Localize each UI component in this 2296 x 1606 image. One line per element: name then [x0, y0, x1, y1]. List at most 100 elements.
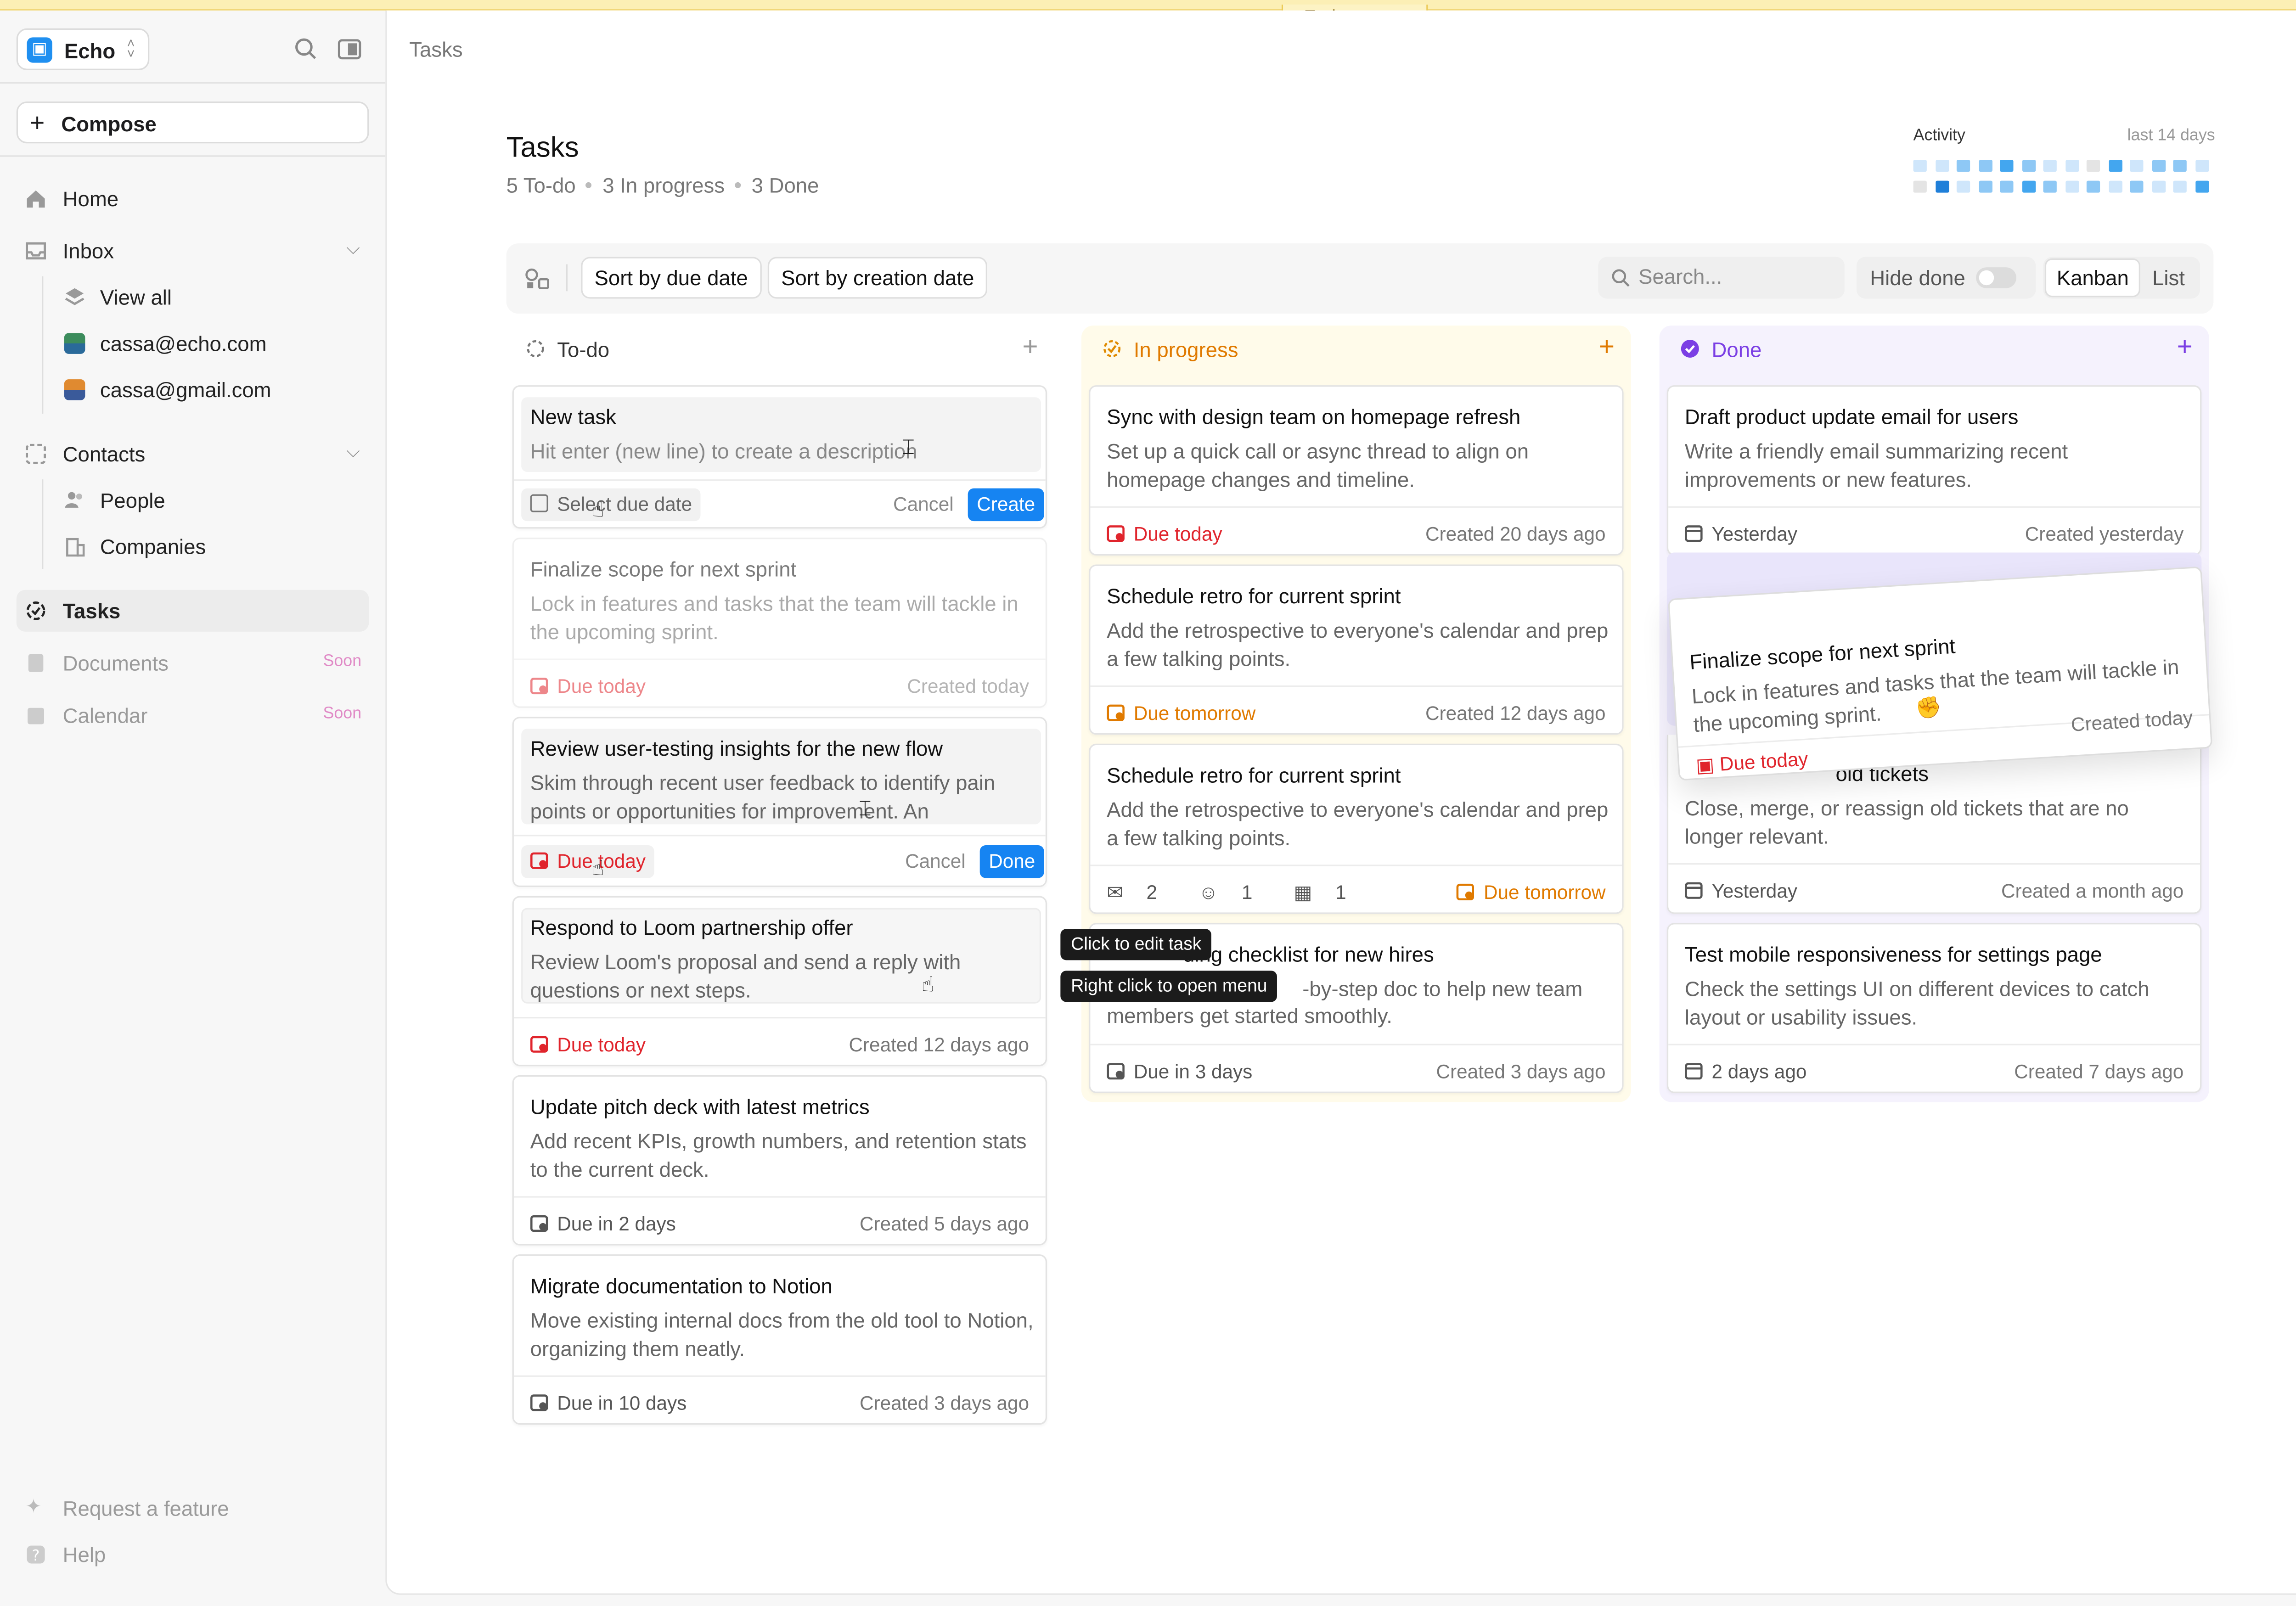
new-task-card[interactable]: New task Hit enter (new line) to create …: [512, 385, 1047, 529]
cancel-button[interactable]: Cancel: [896, 845, 975, 878]
calendar-alert-icon: [530, 852, 548, 869]
sidebar-item-label: cassa@echo.com: [100, 331, 267, 356]
activity-cell: [1978, 160, 1992, 172]
count-todo: 5 To-do: [506, 173, 576, 197]
add-task-icon[interactable]: +: [1022, 331, 1038, 363]
sidebar-item-view-all[interactable]: View all: [17, 276, 369, 318]
task-card[interactable]: Migrate documentation to Notion Move exi…: [512, 1254, 1047, 1425]
request-feature-link[interactable]: ✦ Request a feature: [17, 1488, 369, 1529]
column-header: Done +: [1660, 326, 2209, 373]
divider: [513, 835, 1046, 837]
company-link[interactable]: ▦ 1: [1294, 881, 1364, 904]
chevron-down-icon[interactable]: ⌵: [346, 237, 360, 260]
due-badge[interactable]: Yesterday: [1685, 880, 1797, 902]
help-icon: ?: [27, 1545, 45, 1564]
divider: [1090, 1044, 1622, 1045]
sort-creation-date-button[interactable]: Sort by creation date: [767, 257, 988, 299]
sidebar-item-account-echo[interactable]: cassa@echo.com: [17, 323, 369, 365]
due-badge[interactable]: Due in 10 days: [530, 1392, 687, 1414]
task-description-input[interactable]: Hit enter (new line) to create a descrip…: [530, 438, 1038, 465]
column-title: Done: [1711, 337, 1762, 362]
soon-badge: Soon: [323, 652, 362, 671]
svg-text:?: ?: [32, 1547, 39, 1564]
grab-cursor-icon: ✊: [1914, 694, 1942, 720]
due-badge[interactable]: Due today: [1107, 522, 1222, 545]
activity-cell: [2195, 160, 2208, 172]
due-badge[interactable]: Due in 3 days: [1107, 1060, 1252, 1083]
email-link[interactable]: ✉ 2: [1107, 881, 1175, 904]
done-button[interactable]: Done: [979, 845, 1044, 878]
help-link[interactable]: ? Help: [17, 1533, 369, 1575]
toolbar: Sort by due date Sort by creation date H…: [506, 243, 2214, 314]
search-box[interactable]: [1598, 257, 1845, 299]
task-card[interactable]: Sync with design team on homepage refres…: [1089, 385, 1624, 556]
task-description: Lock in features and tasks that the team…: [530, 591, 1019, 643]
view-list-tab[interactable]: List: [2142, 258, 2195, 298]
created-label: Created 20 days ago: [1425, 522, 1606, 545]
task-title: ding checklist for new hires: [1183, 942, 1434, 966]
sort-due-date-button[interactable]: Sort by due date: [581, 257, 762, 299]
sidebar-item-contacts[interactable]: Contacts ⌵: [17, 433, 369, 475]
task-description: Add the retrospective to everyone's cale…: [1107, 797, 1609, 849]
app-window: Early access ▣ Echo ˄˅ + Compose Home In…: [0, 0, 2296, 1606]
sidebar-item-calendar[interactable]: Calendar Soon: [17, 694, 369, 736]
task-description: Check the settings UI on different devic…: [1684, 977, 2150, 1028]
activity-cell: [1956, 180, 1970, 193]
sidebar: ▣ Echo ˄ ˅ + Compose Home Inbox ⌵ View al…: [0, 11, 386, 1606]
due-badge[interactable]: Yesterday: [1685, 522, 1797, 545]
sidebar-item-companies[interactable]: Companies: [17, 526, 369, 567]
due-badge[interactable]: Due today: [530, 1033, 646, 1056]
sidebar-item-documents[interactable]: Documents Soon: [17, 642, 369, 684]
due-badge[interactable]: 2 days ago: [1685, 1060, 1806, 1083]
sidebar-item-label: Calendar: [62, 703, 148, 728]
due-date-chip[interactable]: Due today: [521, 845, 655, 878]
due-badge[interactable]: Due in 2 days: [530, 1213, 676, 1235]
task-title: Test mobile responsiveness for settings …: [1684, 942, 2102, 966]
view-kanban-tab[interactable]: Kanban: [2044, 258, 2141, 298]
task-card[interactable]: Finalize scope for next sprint Lock in f…: [512, 537, 1047, 708]
task-description: members get started smoothly.: [1107, 1003, 1392, 1028]
filter-shapes-icon[interactable]: [524, 267, 551, 291]
add-task-icon[interactable]: +: [1599, 331, 1615, 363]
search-icon: [1612, 269, 1630, 287]
created-label: Created 3 days ago: [1436, 1060, 1606, 1083]
compose-button[interactable]: + Compose: [16, 101, 369, 144]
task-card[interactable]: Draft product update email for users Wri…: [1666, 385, 2202, 556]
hide-done-toggle[interactable]: [1976, 267, 2017, 288]
search-input[interactable]: [1638, 264, 1833, 288]
task-title[interactable]: New task: [530, 404, 616, 428]
select-due-date-button[interactable]: Select due date: [521, 488, 701, 522]
due-badge[interactable]: Due today: [530, 675, 646, 697]
activity-cell: [2065, 180, 2078, 193]
due-badge[interactable]: Due tomorrow: [1107, 702, 1255, 724]
sidebar-item-people[interactable]: People: [17, 479, 369, 521]
task-description-input[interactable]: Skim through recent user feedback to ide…: [530, 769, 1038, 824]
add-task-icon[interactable]: +: [2177, 331, 2193, 363]
due-badge[interactable]: Due tomorrow: [1457, 881, 1606, 904]
dragged-task-card[interactable]: Finalize scope for next sprint Lock in f…: [1667, 566, 2213, 781]
task-card[interactable]: Schedule retro for current sprint Add th…: [1089, 743, 1624, 914]
task-card[interactable]: Update pitch deck with latest metrics Ad…: [512, 1075, 1047, 1246]
task-card-editing[interactable]: Review user-testing insights for the new…: [512, 717, 1047, 887]
sidebar-item-inbox[interactable]: Inbox ⌵: [17, 230, 369, 272]
person-link[interactable]: ☺ 1: [1199, 881, 1271, 904]
task-card[interactable]: Respond to Loom partnership offer Review…: [512, 896, 1047, 1067]
search-icon[interactable]: [293, 36, 320, 63]
sidebar-item-account-gmail[interactable]: cassa@gmail.com: [17, 369, 369, 410]
hide-done-control[interactable]: Hide done: [1856, 257, 2036, 299]
column-title: To-do: [557, 337, 610, 362]
sidebar-toggle-icon[interactable]: [336, 36, 363, 63]
cancel-button[interactable]: Cancel: [884, 489, 963, 522]
activity-cell: [2043, 180, 2057, 193]
tasks-icon: [26, 601, 45, 620]
task-title: Finalize scope for next sprint: [1688, 634, 1956, 674]
task-title[interactable]: Review user-testing insights for the new…: [530, 736, 943, 760]
sidebar-item-home[interactable]: Home: [17, 178, 369, 219]
create-button[interactable]: Create: [968, 488, 1044, 522]
task-card[interactable]: Test mobile responsiveness for settings …: [1666, 923, 2202, 1093]
early-access-strip: [0, 0, 2296, 11]
sidebar-item-tasks[interactable]: Tasks: [16, 590, 369, 632]
task-card[interactable]: Schedule retro for current sprint Add th…: [1089, 564, 1624, 735]
chevron-down-icon[interactable]: ⌵: [346, 441, 360, 463]
workspace-switcher[interactable]: ▣ Echo ˄ ˅: [16, 28, 150, 70]
